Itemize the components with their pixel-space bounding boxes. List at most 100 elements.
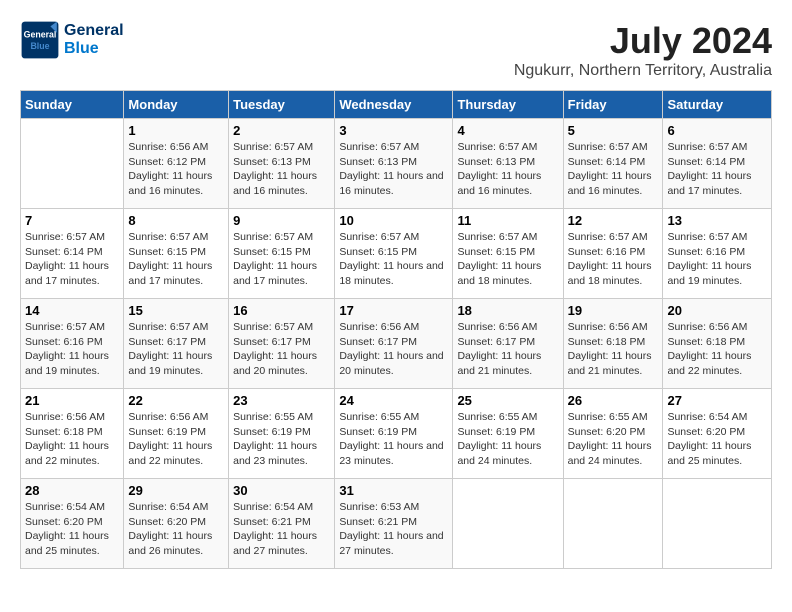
day-info: Sunrise: 6:56 AM Sunset: 6:12 PM Dayligh… <box>128 140 224 199</box>
day-number: 17 <box>339 303 448 318</box>
day-info: Sunrise: 6:57 AM Sunset: 6:16 PM Dayligh… <box>568 230 659 289</box>
day-info: Sunrise: 6:55 AM Sunset: 6:19 PM Dayligh… <box>339 410 448 469</box>
svg-text:Blue: Blue <box>30 41 49 51</box>
month-year-title: July 2024 <box>514 20 772 62</box>
calendar-cell: 17Sunrise: 6:56 AM Sunset: 6:17 PM Dayli… <box>335 299 453 389</box>
calendar-cell: 15Sunrise: 6:57 AM Sunset: 6:17 PM Dayli… <box>124 299 229 389</box>
day-number: 16 <box>233 303 330 318</box>
day-info: Sunrise: 6:57 AM Sunset: 6:15 PM Dayligh… <box>457 230 558 289</box>
calendar-cell: 25 Sunrise: 6:55 AM Sunset: 6:19 PM Dayli… <box>453 389 563 479</box>
day-number: 14 <box>25 303 119 318</box>
day-info: Sunrise: 6:57 AM Sunset: 6:13 PM Dayligh… <box>457 140 558 199</box>
day-info: Sunrise: 6:57 AM Sunset: 6:13 PM Dayligh… <box>339 140 448 199</box>
day-info: Sunrise: 6:57 AM Sunset: 6:14 PM Dayligh… <box>568 140 659 199</box>
calendar-cell: 31 Sunrise: 6:53 AM Sunset: 6:21 PM Dayli… <box>335 479 453 569</box>
calendar-cell: 2Sunrise: 6:57 AM Sunset: 6:13 PM Daylig… <box>229 119 335 209</box>
day-number: 20 <box>667 303 767 318</box>
page-header: General Blue General Blue July 2024 Nguk… <box>20 20 772 80</box>
calendar-cell: 30 Sunrise: 6:54 AM Sunset: 6:21 PM Dayli… <box>229 479 335 569</box>
day-number: 11 <box>457 213 558 228</box>
calendar-cell: 27 Sunrise: 6:54 AM Sunset: 6:20 PM Dayli… <box>663 389 772 479</box>
day-number: 6 <box>667 123 767 138</box>
calendar-cell: 24 Sunrise: 6:55 AM Sunset: 6:19 PM Dayli… <box>335 389 453 479</box>
day-number: 25 <box>457 393 558 408</box>
calendar-cell: 13Sunrise: 6:57 AM Sunset: 6:16 PM Dayli… <box>663 209 772 299</box>
day-info: Sunrise: 6:56 AM Sunset: 6:17 PM Dayligh… <box>457 320 558 379</box>
calendar-cell: 12 Sunrise: 6:57 AM Sunset: 6:16 PM Dayli… <box>563 209 663 299</box>
day-number: 19 <box>568 303 659 318</box>
day-header-monday: Monday <box>124 91 229 119</box>
day-info: Sunrise: 6:57 AM Sunset: 6:17 PM Dayligh… <box>233 320 330 379</box>
day-number: 31 <box>339 483 448 498</box>
day-number: 9 <box>233 213 330 228</box>
calendar-header-row: SundayMondayTuesdayWednesdayThursdayFrid… <box>21 91 772 119</box>
day-number: 7 <box>25 213 119 228</box>
day-number: 8 <box>128 213 224 228</box>
day-number: 18 <box>457 303 558 318</box>
calendar-week-0: 1 Sunrise: 6:56 AM Sunset: 6:12 PM Daylig… <box>21 119 772 209</box>
calendar-cell: 4 Sunrise: 6:57 AM Sunset: 6:13 PM Daylig… <box>453 119 563 209</box>
day-info: Sunrise: 6:57 AM Sunset: 6:14 PM Dayligh… <box>667 140 767 199</box>
day-info: Sunrise: 6:54 AM Sunset: 6:20 PM Dayligh… <box>25 500 119 559</box>
day-info: Sunrise: 6:54 AM Sunset: 6:21 PM Dayligh… <box>233 500 330 559</box>
calendar-cell <box>563 479 663 569</box>
calendar-cell: 14 Sunrise: 6:57 AM Sunset: 6:16 PM Dayli… <box>21 299 124 389</box>
day-info: Sunrise: 6:57 AM Sunset: 6:15 PM Dayligh… <box>339 230 448 289</box>
calendar-cell: 22 Sunrise: 6:56 AM Sunset: 6:19 PM Dayli… <box>124 389 229 479</box>
calendar-table: SundayMondayTuesdayWednesdayThursdayFrid… <box>20 90 772 569</box>
day-info: Sunrise: 6:55 AM Sunset: 6:19 PM Dayligh… <box>233 410 330 469</box>
day-number: 28 <box>25 483 119 498</box>
day-header-thursday: Thursday <box>453 91 563 119</box>
calendar-week-3: 21Sunrise: 6:56 AM Sunset: 6:18 PM Dayli… <box>21 389 772 479</box>
day-info: Sunrise: 6:55 AM Sunset: 6:19 PM Dayligh… <box>457 410 558 469</box>
day-header-sunday: Sunday <box>21 91 124 119</box>
day-header-wednesday: Wednesday <box>335 91 453 119</box>
day-info: Sunrise: 6:57 AM Sunset: 6:13 PM Dayligh… <box>233 140 330 199</box>
day-info: Sunrise: 6:54 AM Sunset: 6:20 PM Dayligh… <box>128 500 224 559</box>
day-info: Sunrise: 6:57 AM Sunset: 6:16 PM Dayligh… <box>25 320 119 379</box>
day-number: 12 <box>568 213 659 228</box>
day-number: 24 <box>339 393 448 408</box>
calendar-cell: 10 Sunrise: 6:57 AM Sunset: 6:15 PM Dayli… <box>335 209 453 299</box>
logo: General Blue General Blue <box>20 20 124 60</box>
day-number: 5 <box>568 123 659 138</box>
calendar-cell: 29Sunrise: 6:54 AM Sunset: 6:20 PM Dayli… <box>124 479 229 569</box>
calendar-cell: 21Sunrise: 6:56 AM Sunset: 6:18 PM Dayli… <box>21 389 124 479</box>
calendar-cell: 3 Sunrise: 6:57 AM Sunset: 6:13 PM Daylig… <box>335 119 453 209</box>
day-number: 26 <box>568 393 659 408</box>
calendar-cell: 28 Sunrise: 6:54 AM Sunset: 6:20 PM Dayli… <box>21 479 124 569</box>
calendar-cell <box>663 479 772 569</box>
day-info: Sunrise: 6:56 AM Sunset: 6:18 PM Dayligh… <box>667 320 767 379</box>
logo-text: General Blue <box>64 22 124 58</box>
day-number: 10 <box>339 213 448 228</box>
calendar-cell: 7 Sunrise: 6:57 AM Sunset: 6:14 PM Daylig… <box>21 209 124 299</box>
location-subtitle: Ngukurr, Northern Territory, Australia <box>514 62 772 80</box>
day-number: 15 <box>128 303 224 318</box>
day-number: 1 <box>128 123 224 138</box>
day-number: 30 <box>233 483 330 498</box>
logo-icon: General Blue <box>20 20 60 60</box>
day-info: Sunrise: 6:55 AM Sunset: 6:20 PM Dayligh… <box>568 410 659 469</box>
day-number: 4 <box>457 123 558 138</box>
day-header-tuesday: Tuesday <box>229 91 335 119</box>
calendar-cell: 6 Sunrise: 6:57 AM Sunset: 6:14 PM Daylig… <box>663 119 772 209</box>
calendar-cell <box>453 479 563 569</box>
calendar-week-2: 14 Sunrise: 6:57 AM Sunset: 6:16 PM Dayli… <box>21 299 772 389</box>
day-info: Sunrise: 6:56 AM Sunset: 6:19 PM Dayligh… <box>128 410 224 469</box>
day-header-friday: Friday <box>563 91 663 119</box>
calendar-cell: 23Sunrise: 6:55 AM Sunset: 6:19 PM Dayli… <box>229 389 335 479</box>
day-number: 27 <box>667 393 767 408</box>
calendar-cell: 11 Sunrise: 6:57 AM Sunset: 6:15 PM Dayli… <box>453 209 563 299</box>
calendar-cell: 5 Sunrise: 6:57 AM Sunset: 6:14 PM Daylig… <box>563 119 663 209</box>
calendar-cell <box>21 119 124 209</box>
day-info: Sunrise: 6:57 AM Sunset: 6:14 PM Dayligh… <box>25 230 119 289</box>
day-info: Sunrise: 6:53 AM Sunset: 6:21 PM Dayligh… <box>339 500 448 559</box>
day-info: Sunrise: 6:54 AM Sunset: 6:20 PM Dayligh… <box>667 410 767 469</box>
day-number: 22 <box>128 393 224 408</box>
svg-text:General: General <box>24 30 57 40</box>
day-info: Sunrise: 6:57 AM Sunset: 6:15 PM Dayligh… <box>233 230 330 289</box>
calendar-week-1: 7 Sunrise: 6:57 AM Sunset: 6:14 PM Daylig… <box>21 209 772 299</box>
day-number: 3 <box>339 123 448 138</box>
title-area: July 2024 Ngukurr, Northern Territory, A… <box>514 20 772 80</box>
day-info: Sunrise: 6:56 AM Sunset: 6:18 PM Dayligh… <box>25 410 119 469</box>
